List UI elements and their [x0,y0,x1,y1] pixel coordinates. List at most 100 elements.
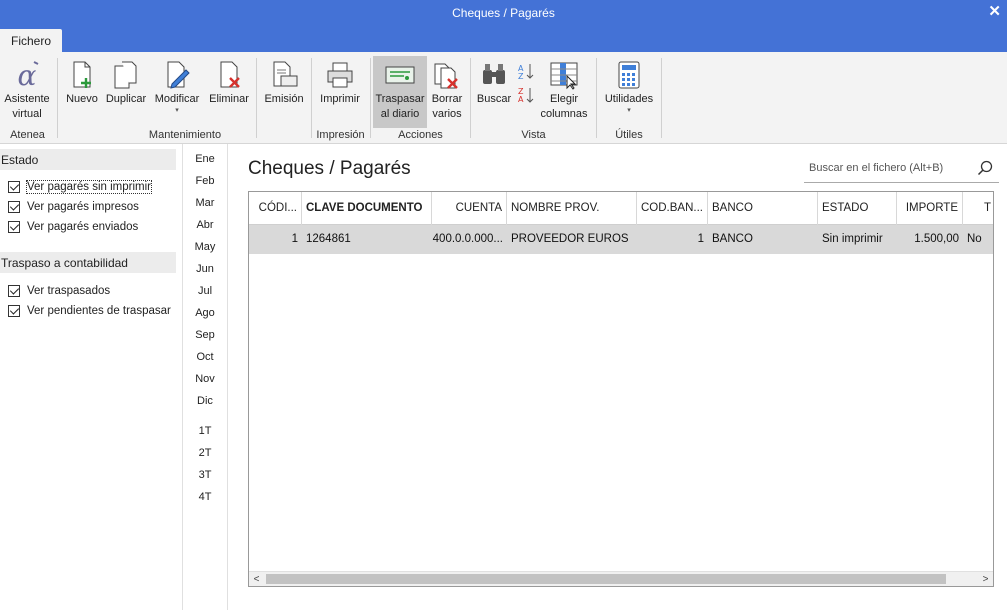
scroll-left-icon[interactable]: < [249,572,264,586]
column-header-cod-banco[interactable]: COD.BAN... [637,192,708,225]
data-grid: CÓDI... CLAVE DOCUMENTO CUENTA NOMBRE PR… [248,191,994,587]
buscar-button[interactable]: Buscar [475,56,513,128]
svg-text:α: α [18,60,37,90]
utilidades-dropdown-icon[interactable]: ▾ [600,107,658,115]
month-ago[interactable]: Ago [183,307,227,319]
checkbox-ver-enviados[interactable]: Ver pagarés enviados [8,218,138,235]
column-header-estado[interactable]: ESTADO [818,192,897,225]
month-dic[interactable]: Dic [183,395,227,407]
asistente-label-1: Asistente [4,93,50,105]
quarter-3t[interactable]: 3T [183,469,227,481]
checkbox-checked-icon[interactable] [8,284,20,297]
month-nov[interactable]: Nov [183,373,227,385]
nuevo-button[interactable]: Nuevo [62,56,102,128]
close-icon[interactable]: ✕ [988,2,1001,20]
checkbox-label: Ver pagarés impresos [27,200,139,213]
cell-cuenta: 400.0.0.000... [432,233,503,245]
cell-traspasado: No [967,233,982,245]
ribbon-separator [661,58,662,138]
ribbon-separator [256,58,257,138]
group-vista: Vista [521,129,546,141]
transfer-journal-icon [385,60,415,90]
checkbox-ver-pendientes[interactable]: Ver pendientes de traspasar [8,302,171,319]
elegir-columnas-button[interactable]: Elegir columnas [538,56,590,128]
ribbon-separator [596,58,597,138]
modificar-button[interactable]: Modificar ▾ [151,56,203,128]
ribbon-separator [470,58,471,138]
month-oct[interactable]: Oct [183,351,227,363]
checkbox-checked-icon[interactable] [8,180,20,193]
search-input[interactable]: Buscar en el fichero (Alt+B) [804,156,999,183]
column-header-cuenta[interactable]: CUENTA [432,192,507,225]
column-header-nombre-prov[interactable]: NOMBRE PROV. [507,192,637,225]
traspasar-label-1: Traspasar [375,93,425,105]
svg-text:Z: Z [518,72,524,81]
month-ene[interactable]: Ene [183,153,227,165]
column-header-traspasado[interactable]: T [963,192,993,225]
imprimir-button[interactable]: Imprimir [315,56,365,128]
group-acciones: Acciones [398,129,443,141]
asistente-virtual-button[interactable]: α Asistente virtual [2,56,52,128]
column-header-banco[interactable]: BANCO [708,192,818,225]
modificar-dropdown-icon[interactable]: ▾ [151,107,203,115]
quarter-2t[interactable]: 2T [183,447,227,459]
table-row[interactable]: 1 1264861 400.0.0.000... PROVEEDOR EUROS… [249,225,993,254]
checkbox-checked-icon[interactable] [8,200,20,213]
title-bar: Cheques / Pagarés ✕ [0,0,1007,27]
ribbon: α Asistente virtual Atenea Nuevo Duplica… [0,52,1007,144]
sort-button[interactable]: A Z ZA [514,56,536,128]
grid-header: CÓDI... CLAVE DOCUMENTO CUENTA NOMBRE PR… [249,192,993,225]
quarter-1t[interactable]: 1T [183,425,227,437]
cell-banco: BANCO [712,233,753,245]
group-atenea: Atenea [10,129,45,141]
eliminar-button[interactable]: Eliminar [205,56,253,128]
traspasar-al-diario-button[interactable]: Traspasar al diario [373,56,427,128]
column-header-clave-documento[interactable]: CLAVE DOCUMENTO [302,192,432,225]
month-feb[interactable]: Feb [183,175,227,187]
column-header-codigo[interactable]: CÓDI... [249,192,302,225]
cell-nombre-prov: PROVEEDOR EUROS [511,233,629,245]
window-title: Cheques / Pagarés [452,6,555,20]
checkbox-label: Ver pagarés enviados [27,220,139,233]
group-utiles: Útiles [615,129,643,141]
tab-fichero[interactable]: Fichero [0,29,62,52]
choose-columns-icon [549,60,579,90]
printer-icon [325,60,355,90]
cell-importe: 1.500,00 [914,233,959,245]
checkbox-label: Ver pagarés sin imprimir [26,179,152,194]
month-jul[interactable]: Jul [183,285,227,297]
checkbox-checked-icon[interactable] [8,304,20,317]
binoculars-icon [479,60,509,90]
scrollbar-thumb[interactable] [266,574,946,584]
horizontal-scrollbar[interactable]: < > [249,571,993,586]
checkbox-ver-sin-imprimir[interactable]: Ver pagarés sin imprimir [8,178,152,195]
checkbox-ver-impresos[interactable]: Ver pagarés impresos [8,198,139,215]
alpha-icon: α [12,59,42,92]
modificar-label: Modificar [154,93,200,105]
borrar-varios-button[interactable]: Borrar varios [428,56,466,128]
quarter-4t[interactable]: 4T [183,491,227,503]
duplicar-button[interactable]: Duplicar [103,56,149,128]
checkbox-ver-traspasados[interactable]: Ver traspasados [8,282,110,299]
asistente-label-2: virtual [12,108,42,120]
scroll-right-icon[interactable]: > [978,572,993,586]
ribbon-tab-row: Fichero [0,27,1007,52]
month-may[interactable]: May [183,241,227,253]
column-header-importe[interactable]: IMPORTE [897,192,963,225]
emision-button[interactable]: Emisión [260,56,308,128]
elegir-label-1: Elegir [549,93,579,105]
checkbox-checked-icon[interactable] [8,220,20,233]
emision-label: Emisión [264,93,304,105]
group-mantenimiento: Mantenimiento [148,129,222,141]
search-icon[interactable] [977,160,993,176]
month-mar[interactable]: Mar [183,197,227,209]
delete-multiple-icon [432,60,462,90]
eliminar-label: Eliminar [209,93,249,105]
delete-document-icon [214,60,244,90]
borrar-label-1: Borrar [431,93,463,105]
utilidades-button[interactable]: Utilidades ▾ [600,56,658,128]
month-abr[interactable]: Abr [183,219,227,231]
month-sep[interactable]: Sep [183,329,227,341]
section-estado: Estado [0,149,176,170]
month-jun[interactable]: Jun [183,263,227,275]
